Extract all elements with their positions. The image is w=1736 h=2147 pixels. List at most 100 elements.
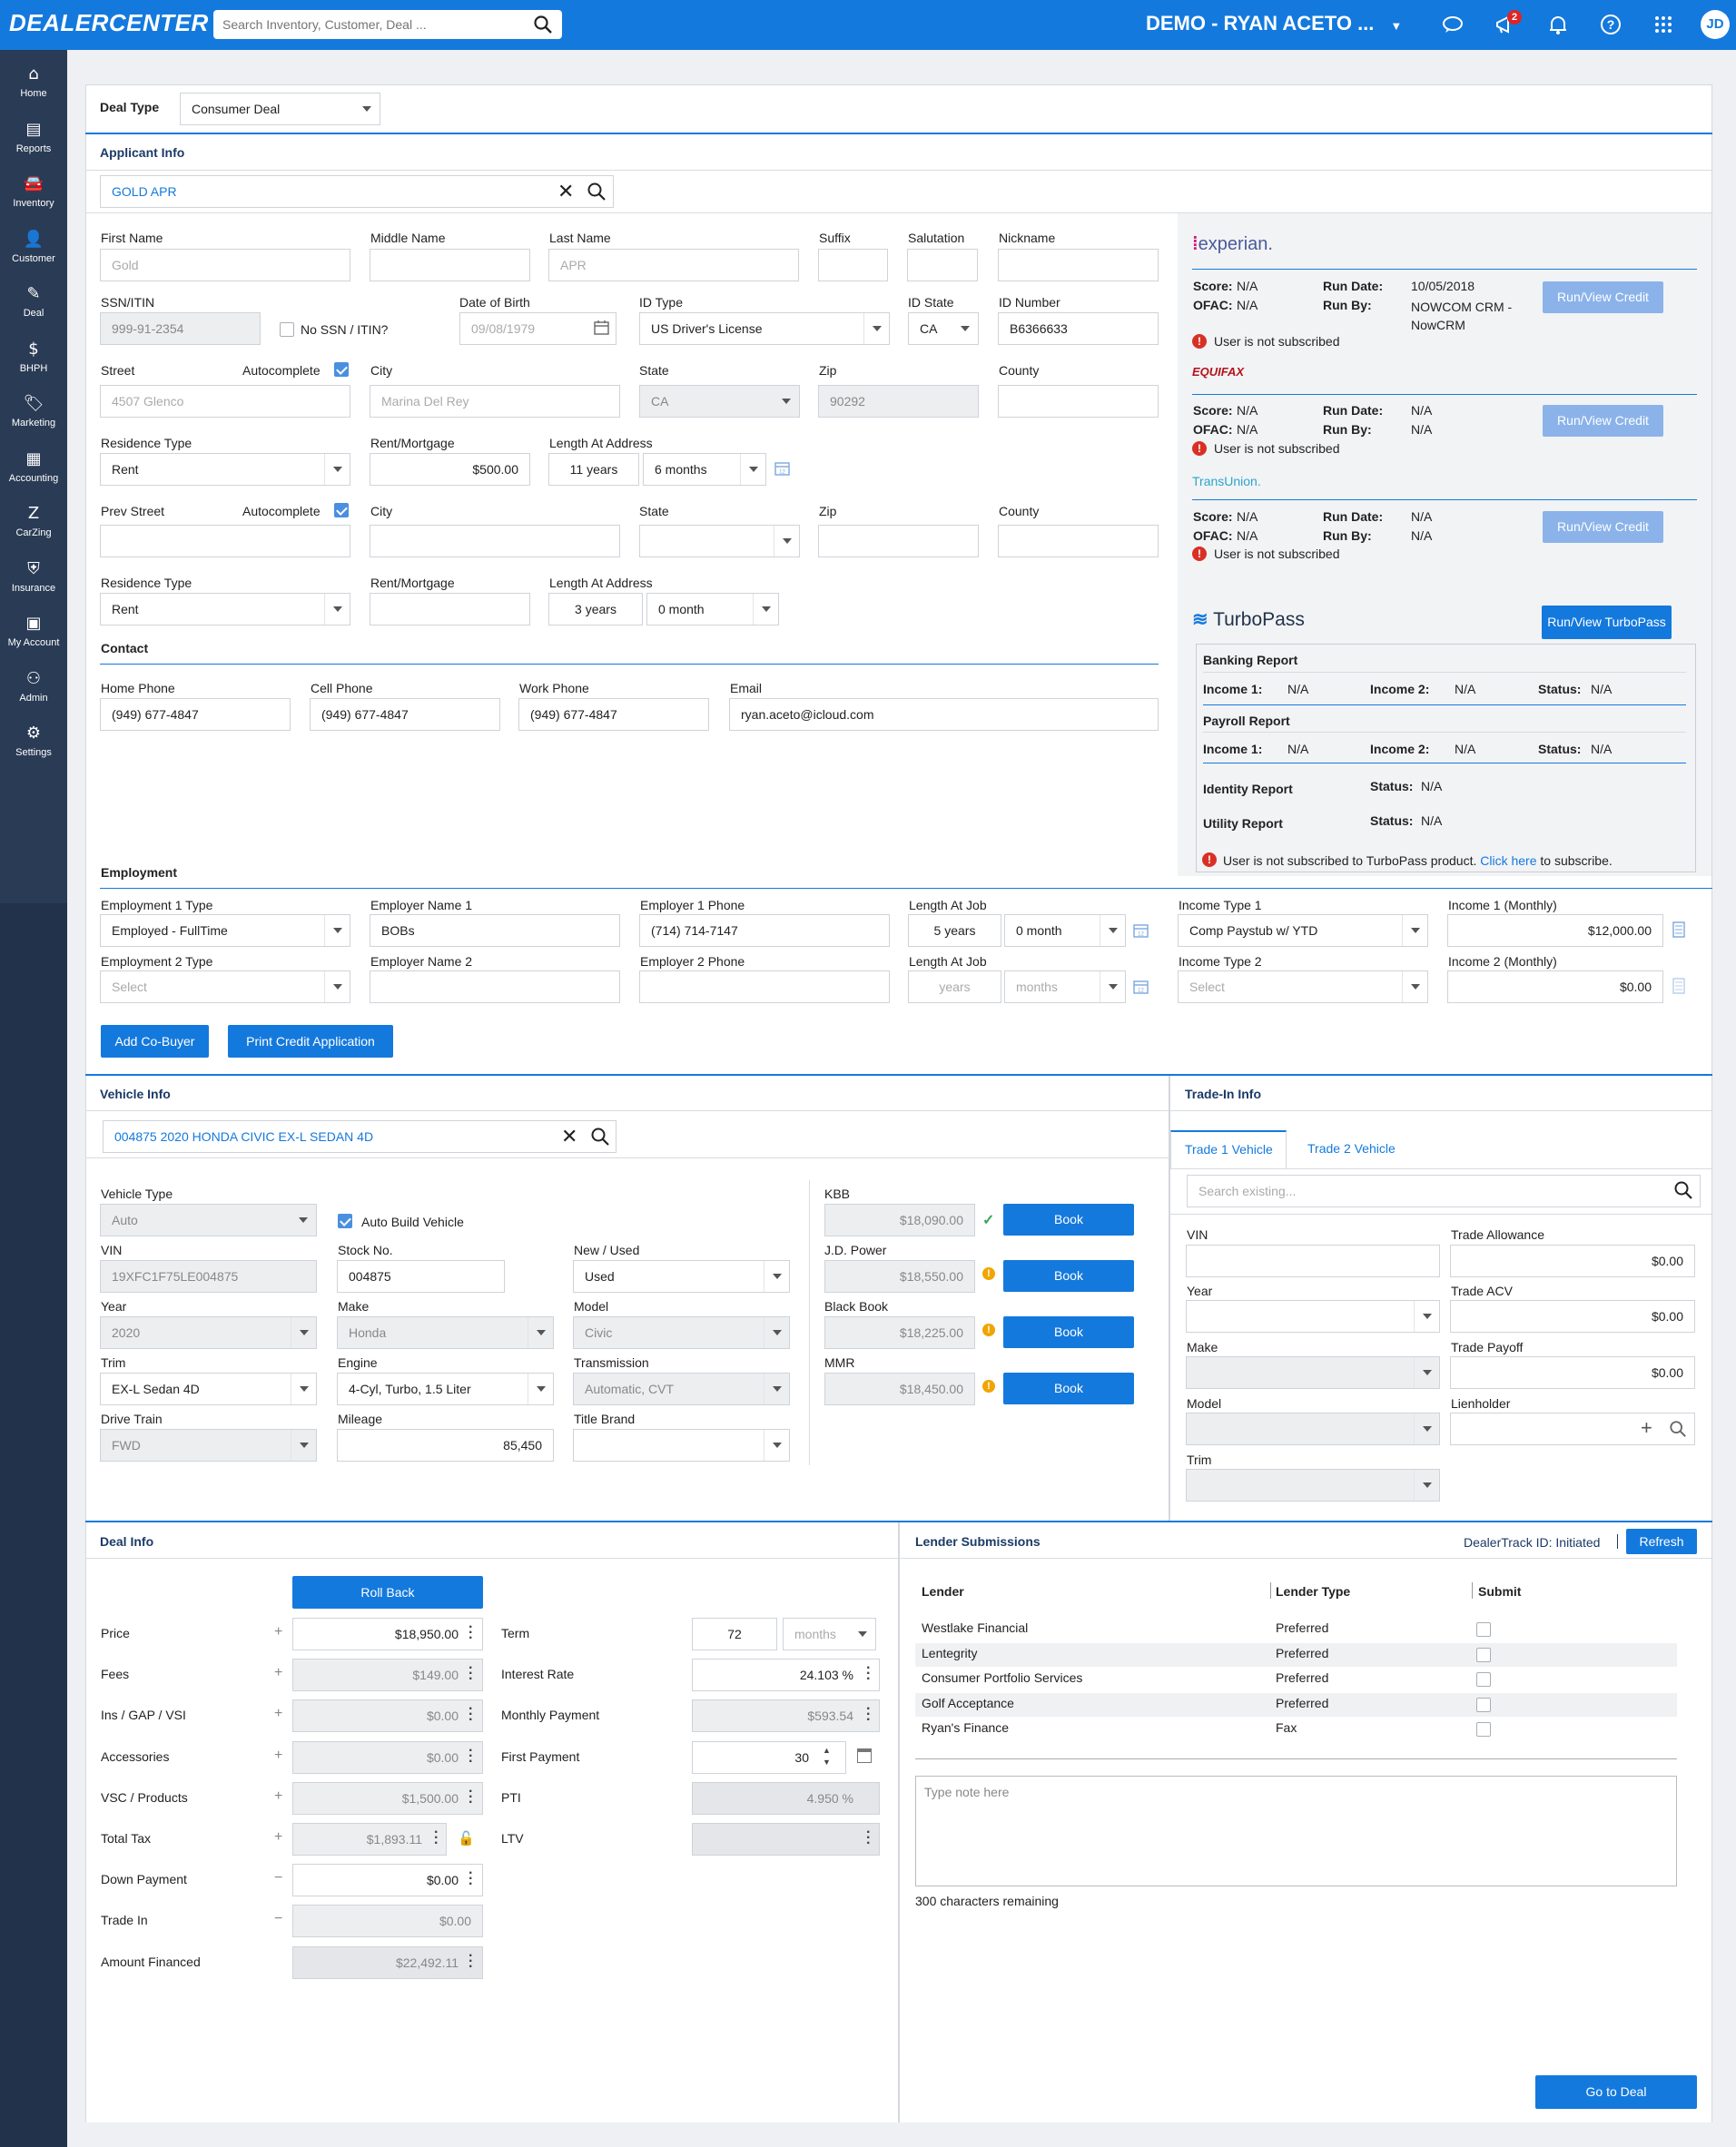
prev-street-field[interactable] — [100, 525, 350, 557]
fees-field[interactable]: $149.00 — [292, 1659, 483, 1692]
id-type-select[interactable]: US Driver's License — [639, 312, 890, 345]
submit-checkbox[interactable] — [1476, 1722, 1491, 1737]
vehicle-type-select[interactable]: Auto — [100, 1204, 317, 1236]
pti-field[interactable]: 4.950 % — [692, 1781, 880, 1815]
plus-icon[interactable]: + — [274, 1788, 282, 1805]
ssn-field[interactable]: 999-91-2354 — [100, 312, 261, 345]
help-icon[interactable]: ? — [1597, 11, 1624, 38]
trade-model-select[interactable] — [1186, 1413, 1440, 1445]
sidebar-item-reports[interactable]: ▤ Reports — [0, 113, 67, 167]
calendar-icon[interactable] — [594, 320, 609, 335]
search-icon[interactable] — [587, 182, 607, 202]
emp2-type-select[interactable]: Select — [100, 970, 350, 1003]
lock-icon[interactable]: 🔓 — [458, 1830, 475, 1847]
city-field[interactable]: Marina Del Rey — [370, 385, 620, 418]
more-icon[interactable]: · · · — [469, 1784, 473, 1809]
prev-autocomplete-checkbox[interactable] — [334, 503, 349, 517]
emp1-months-select[interactable]: 0 month — [1004, 914, 1126, 947]
applicant-search-input[interactable]: GOLD APR — [100, 175, 614, 208]
home-phone-field[interactable]: (949) 677-4847 — [100, 698, 291, 731]
user-avatar[interactable]: JD — [1701, 10, 1730, 39]
emp1-type-select[interactable]: Employed - FullTime — [100, 914, 350, 947]
roll-back-button[interactable]: Roll Back — [292, 1576, 483, 1609]
prev-state-select[interactable] — [639, 525, 800, 557]
book-button[interactable]: Book — [1003, 1316, 1134, 1348]
down-field[interactable]: $0.00 — [292, 1864, 483, 1897]
add-cobuyer-button[interactable]: Add Co-Buyer — [101, 1025, 209, 1058]
submit-checkbox[interactable] — [1476, 1697, 1491, 1712]
book-button[interactable]: Book — [1003, 1373, 1134, 1404]
no-ssn-checkbox[interactable] — [280, 322, 294, 337]
transunion-run-credit-button[interactable]: Run/View Credit — [1543, 511, 1663, 543]
clear-icon[interactable]: ✕ — [561, 1125, 577, 1148]
year-select[interactable]: 2020 — [100, 1316, 317, 1349]
salutation-field[interactable] — [907, 249, 978, 281]
calculator-icon[interactable] — [1672, 921, 1685, 938]
more-icon[interactable]: · · · — [469, 1743, 473, 1768]
income1-field[interactable]: $12,000.00 — [1447, 914, 1663, 947]
book-button[interactable]: Book — [1003, 1204, 1134, 1236]
ins-field[interactable]: $0.00 — [292, 1699, 483, 1733]
sidebar-item-settings[interactable]: ⚙ Settings — [0, 716, 67, 771]
income2-field[interactable]: $0.00 — [1447, 970, 1663, 1003]
prev-county-field[interactable] — [998, 525, 1159, 557]
cell-phone-field[interactable]: (949) 677-4847 — [310, 698, 500, 731]
prev-zip-field[interactable] — [818, 525, 979, 557]
last-name-field[interactable]: APR — [548, 249, 799, 281]
financed-field[interactable]: $22,492.11 — [292, 1945, 483, 1979]
stock-field[interactable]: 004875 — [337, 1260, 505, 1293]
calculator-icon[interactable] — [1672, 978, 1685, 994]
trade-search-input[interactable]: Search existing... — [1187, 1175, 1701, 1207]
make-select[interactable]: Honda — [337, 1316, 554, 1349]
plus-icon[interactable]: + — [274, 1829, 282, 1846]
emp2-years-field[interactable]: years — [908, 970, 1001, 1003]
ltv-field[interactable] — [692, 1823, 880, 1856]
acc-field[interactable]: $0.00 — [292, 1740, 483, 1774]
refresh-button[interactable]: Refresh — [1626, 1529, 1697, 1554]
book-value-field[interactable]: $18,550.00 — [824, 1260, 975, 1293]
plus-icon[interactable]: + — [274, 1706, 282, 1722]
prev-rent-field[interactable] — [370, 593, 530, 625]
search-icon[interactable] — [1669, 1420, 1687, 1438]
global-search-input[interactable] — [213, 10, 522, 39]
submit-checkbox[interactable] — [1476, 1672, 1491, 1687]
experian-run-credit-button[interactable]: Run/View Credit — [1543, 281, 1663, 313]
calendar-icon[interactable]: 12 — [774, 460, 790, 476]
book-value-field[interactable]: $18,225.00 — [824, 1316, 975, 1349]
residence-type-select[interactable]: Rent — [100, 453, 350, 486]
plus-icon[interactable]: + — [274, 1624, 282, 1640]
monthly-field[interactable]: $593.54 — [692, 1699, 880, 1733]
transmission-select[interactable]: Automatic, CVT — [573, 1373, 790, 1405]
vsc-field[interactable]: $1,500.00 — [292, 1781, 483, 1815]
term-field[interactable]: 72 — [692, 1618, 777, 1650]
more-icon[interactable]: · · · — [866, 1826, 871, 1851]
trade-make-select[interactable] — [1186, 1356, 1440, 1389]
trade-vin-field[interactable] — [1186, 1245, 1440, 1277]
trade-allowance-field[interactable]: $0.00 — [1450, 1245, 1695, 1277]
subscribe-link[interactable]: Click here — [1480, 853, 1536, 868]
sidebar-item-accounting[interactable]: ▦ Accounting — [0, 442, 67, 497]
book-button[interactable]: Book — [1003, 1260, 1134, 1292]
engine-select[interactable]: 4-Cyl, Turbo, 1.5 Liter — [337, 1373, 554, 1405]
plus-icon[interactable]: + — [274, 1748, 282, 1764]
sidebar-item-admin[interactable]: ⚇ Admin — [0, 662, 67, 716]
sidebar-item-home[interactable]: ⌂ Home — [0, 57, 67, 112]
go-to-deal-button[interactable]: Go to Deal — [1535, 2075, 1697, 2109]
book-value-field[interactable]: $18,450.00 — [824, 1373, 975, 1405]
auto-build-checkbox[interactable] — [338, 1214, 352, 1228]
tradein-field[interactable]: $0.00 — [292, 1905, 483, 1938]
vehicle-search-input[interactable]: 004875 2020 HONDA CIVIC EX-L SEDAN 4D — [103, 1120, 616, 1153]
sidebar-item-my-account[interactable]: ▣ My Account — [0, 606, 67, 661]
emp1-years-field[interactable]: 5 years — [908, 914, 1001, 947]
new-used-select[interactable]: Used — [573, 1260, 790, 1293]
vin-field[interactable]: 19XFC1F75LE004875 — [100, 1260, 317, 1293]
sidebar-item-bhph[interactable]: $ BHPH — [0, 332, 67, 387]
prev-residence-type-select[interactable]: Rent — [100, 593, 350, 625]
minus-icon[interactable]: − — [274, 1870, 282, 1886]
search-icon[interactable] — [590, 1127, 610, 1147]
chat-icon[interactable] — [1439, 11, 1466, 38]
prev-city-field[interactable] — [370, 525, 620, 557]
more-icon[interactable]: · · · — [469, 1620, 473, 1646]
sidebar-item-carzing[interactable]: Z CarZing — [0, 497, 67, 551]
more-icon[interactable]: · · · — [469, 1948, 473, 1974]
